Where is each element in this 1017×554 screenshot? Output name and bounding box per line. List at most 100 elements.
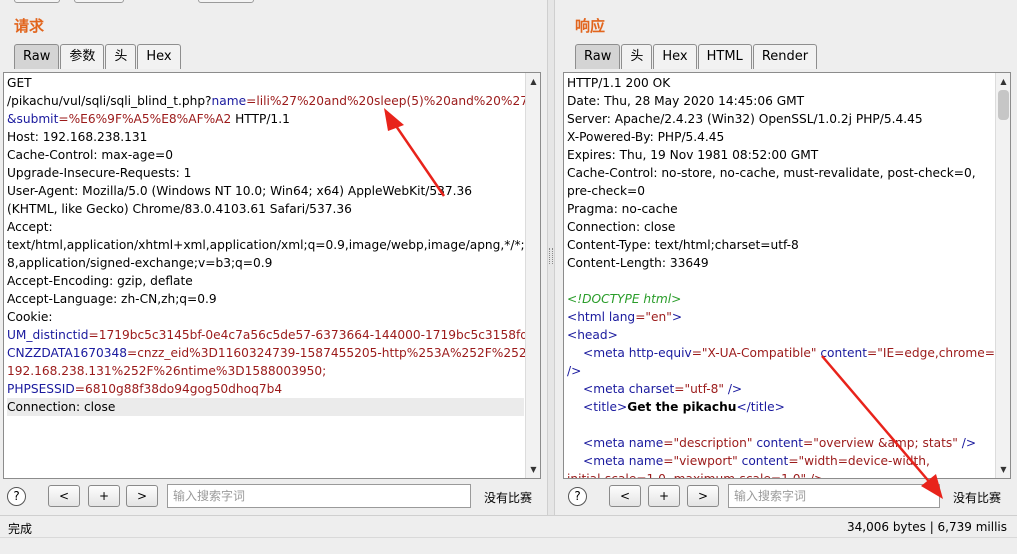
response-line: <html lang="en"> bbox=[567, 308, 994, 326]
response-doctype: <!DOCTYPE html> bbox=[567, 292, 682, 306]
request-match-count: 没有比赛 bbox=[484, 491, 533, 505]
html-tag: <title> bbox=[583, 400, 628, 414]
response-editor[interactable]: HTTP/1.1 200 OK Date: Thu, 28 May 2020 1… bbox=[563, 72, 1011, 479]
html-tag: </title> bbox=[736, 400, 785, 414]
top-button-stub-3[interactable] bbox=[198, 0, 254, 3]
html-attr: charset bbox=[624, 382, 675, 396]
response-line: Content-Type: text/html;charset=utf-8 bbox=[567, 238, 799, 252]
response-line: HTTP/1.1 200 OK bbox=[567, 76, 671, 90]
request-line: Host: 192.168.238.131 bbox=[7, 130, 148, 144]
response-line: pre-check=0 bbox=[567, 184, 646, 198]
request-lines: GET /pikachu/vul/sqli/sqli_blind_t.php?n… bbox=[7, 74, 541, 416]
request-tab-params[interactable]: 参数 bbox=[60, 44, 105, 69]
response-line: Server: Apache/2.4.23 (Win32) OpenSSL/1.… bbox=[567, 112, 923, 126]
response-line: Pragma: no-cache bbox=[567, 202, 678, 216]
request-line: Upgrade-Insecure-Requests: 1 bbox=[7, 166, 192, 180]
request-search-input[interactable]: 输入搜索字词 bbox=[167, 484, 471, 508]
response-line: Connection: close bbox=[567, 220, 676, 234]
request-line: /pikachu/vul/sqli/sqli_blind_t.php?name=… bbox=[7, 92, 536, 110]
request-line: CNZZDATA1670348=cnzz_eid%3D1160324739-15… bbox=[7, 344, 534, 362]
response-tab-html[interactable]: HTML bbox=[697, 44, 752, 69]
prev-match-button[interactable]: < bbox=[48, 485, 80, 507]
html-attr: lang bbox=[604, 310, 636, 324]
response-scroll-thumb[interactable] bbox=[998, 90, 1009, 120]
request-tab-raw[interactable]: Raw bbox=[14, 44, 60, 69]
next-match-button[interactable]: > bbox=[126, 485, 158, 507]
param-name-key: name bbox=[211, 94, 247, 108]
html-attr: http-equiv bbox=[624, 346, 692, 360]
response-tab-hex[interactable]: Hex bbox=[653, 44, 697, 69]
request-editor[interactable]: GET /pikachu/vul/sqli/sqli_blind_t.php?n… bbox=[3, 72, 541, 479]
param-submit-key: &submit bbox=[7, 112, 59, 126]
status-text: 完成 bbox=[8, 522, 33, 536]
html-tag: > bbox=[671, 310, 683, 324]
request-line: Accept-Language: zh-CN,zh;q=0.9 bbox=[7, 292, 217, 306]
html-attr-value: ="IE=edge,chrome=1" bbox=[867, 346, 1009, 360]
scroll-down-icon[interactable]: ▼ bbox=[528, 464, 539, 475]
response-tab-render[interactable]: Render bbox=[752, 44, 818, 69]
cookie-value: =cnzz_eid%3D1160324739-1587455205-http%2… bbox=[127, 346, 534, 360]
response-line-blank bbox=[567, 272, 994, 290]
cookie-key: PHPSESSID bbox=[7, 382, 75, 396]
response-line: <meta name="viewport" content="width=dev… bbox=[567, 452, 994, 470]
request-scrollbar[interactable]: ▲ ▼ bbox=[525, 73, 540, 478]
response-line: <meta name="description" content="overvi… bbox=[567, 434, 994, 452]
status-bar: 完成 34,006 bytes | 6,739 millis bbox=[0, 515, 1017, 537]
html-tag: /> bbox=[957, 436, 977, 450]
scroll-up-icon[interactable]: ▲ bbox=[998, 76, 1009, 87]
request-tab-headers[interactable]: 头 bbox=[105, 44, 137, 69]
response-line-blank bbox=[567, 416, 994, 434]
add-button[interactable]: + bbox=[88, 485, 120, 507]
param-name-value: =lili%27%20and%20sleep(5)%20and%20%271 bbox=[246, 94, 536, 108]
request-title: 请求 bbox=[14, 17, 45, 35]
html-attr: name bbox=[624, 436, 664, 450]
response-tabs: Raw 头 Hex HTML Render bbox=[575, 44, 818, 69]
request-line: 192.168.238.131%252F%26ntime%3D158800395… bbox=[7, 364, 327, 378]
cookie-key: CNZZDATA1670348 bbox=[7, 346, 127, 360]
html-attr-value: ="description" bbox=[663, 436, 753, 450]
top-button-stub-1[interactable] bbox=[14, 0, 60, 3]
response-line: <head> bbox=[567, 328, 618, 342]
html-tag: <meta bbox=[583, 454, 625, 468]
help-icon[interactable]: ? bbox=[7, 487, 26, 506]
add-button[interactable]: + bbox=[648, 485, 680, 507]
page-title-text: Get the pikachu bbox=[627, 400, 737, 414]
response-lines: HTTP/1.1 200 OK Date: Thu, 28 May 2020 1… bbox=[567, 74, 1008, 479]
request-line: Cache-Control: max-age=0 bbox=[7, 148, 173, 162]
response-tab-headers[interactable]: 头 bbox=[621, 44, 653, 69]
html-tag: <meta bbox=[583, 382, 625, 396]
help-icon[interactable]: ? bbox=[568, 487, 587, 506]
html-attr: content bbox=[737, 454, 789, 468]
top-button-stub-2[interactable] bbox=[74, 0, 124, 3]
response-line: X-Powered-By: PHP/5.4.45 bbox=[567, 130, 725, 144]
response-line: Content-Length: 33649 bbox=[567, 256, 709, 270]
cookie-key: UM_distinctid bbox=[7, 328, 89, 342]
scroll-up-icon[interactable]: ▲ bbox=[528, 76, 539, 87]
cookie-value: =6810g88f38do94gog50dhoq7b4 bbox=[74, 382, 283, 396]
request-tab-hex[interactable]: Hex bbox=[137, 44, 181, 69]
request-line: text/html,application/xhtml+xml,applicat… bbox=[7, 238, 541, 252]
request-line: UM_distinctid=1719bc5c3145bf-0e4c7a56c5d… bbox=[7, 326, 532, 344]
request-line: GET bbox=[7, 74, 524, 92]
html-tag: /> bbox=[723, 382, 743, 396]
response-scrollbar[interactable]: ▲ ▼ bbox=[995, 73, 1010, 478]
response-tab-raw[interactable]: Raw bbox=[575, 44, 621, 69]
request-line: Accept-Encoding: gzip, deflate bbox=[7, 274, 193, 288]
response-search-input[interactable]: 输入搜索字词 bbox=[728, 484, 940, 508]
response-line: <title>Get the pikachu</title> bbox=[567, 398, 994, 416]
scroll-down-icon[interactable]: ▼ bbox=[998, 464, 1009, 475]
html-attr-value: ="X-UA-Compatible" bbox=[691, 346, 817, 360]
html-attr: content bbox=[816, 346, 868, 360]
response-search-bar: ? < + > 输入搜索字词 没有比赛 bbox=[556, 482, 1017, 510]
status-size-time: 34,006 bytes | 6,739 millis bbox=[847, 520, 1007, 534]
prev-match-button[interactable]: < bbox=[609, 485, 641, 507]
request-line: 8,application/signed-exchange;v=b3;q=0.9 bbox=[7, 256, 273, 270]
splitter-grip-icon[interactable] bbox=[549, 248, 553, 264]
response-line: initial-scale=1.0, maximum-scale=1.0" /> bbox=[567, 472, 825, 479]
response-line: <meta charset="utf-8" /> bbox=[567, 380, 994, 398]
html-attr: name bbox=[624, 454, 664, 468]
html-attr-value: ="overview &amp; stats" bbox=[803, 436, 958, 450]
html-attr-value: ="viewport" bbox=[663, 454, 738, 468]
response-line: Date: Thu, 28 May 2020 14:45:06 GMT bbox=[567, 94, 805, 108]
next-match-button[interactable]: > bbox=[687, 485, 719, 507]
